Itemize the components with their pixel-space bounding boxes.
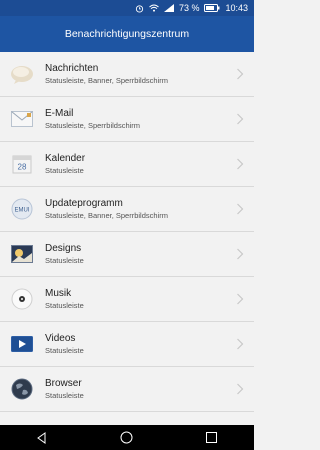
app-name: Kalender: [45, 153, 86, 164]
calendar-icon: 28: [10, 152, 34, 176]
music-icon: [10, 287, 34, 311]
list-item-kalender[interactable]: 28 Kalender Statusleiste: [0, 142, 254, 187]
signal-icon: [163, 4, 174, 12]
navigation-bar: [0, 425, 254, 450]
list-item-videos[interactable]: Videos Statusleiste: [0, 322, 254, 367]
wifi-icon: [149, 4, 159, 12]
home-button[interactable]: [107, 425, 147, 450]
clock: 10:43: [225, 3, 248, 13]
emui-update-icon: EMUI: [10, 197, 34, 221]
alarm-icon: [135, 4, 144, 13]
app-detail: Statusleiste: [45, 166, 84, 175]
app-detail: Statusleiste: [45, 256, 84, 265]
chevron-right-icon: [237, 113, 244, 125]
app-detail: Statusleiste: [45, 301, 84, 310]
chevron-right-icon: [237, 383, 244, 395]
app-detail: Statusleiste: [45, 391, 84, 400]
status-bar: 73 % 10:43: [0, 0, 254, 16]
back-button[interactable]: [22, 425, 62, 450]
app-name: E-Mail: [45, 108, 74, 119]
battery-icon: [204, 4, 220, 12]
chevron-right-icon: [237, 338, 244, 350]
app-detail: Statusleiste, Banner, Sperrbildschirm: [45, 211, 168, 220]
list-item-updateprogramm[interactable]: EMUI Updateprogramm Statusleiste, Banner…: [0, 187, 254, 232]
list-item-musik[interactable]: Musik Statusleiste: [0, 277, 254, 322]
list-item-nachrichten[interactable]: Nachrichten Statusleiste, Banner, Sperrb…: [0, 52, 254, 97]
chevron-right-icon: [237, 248, 244, 260]
app-detail: Statusleiste, Sperrbildschirm: [45, 121, 141, 130]
list-item-e-mail[interactable]: E-Mail Statusleiste, Sperrbildschirm: [0, 97, 254, 142]
app-name: Videos: [45, 333, 76, 344]
app-name: Updateprogramm: [45, 198, 123, 209]
app-detail: Statusleiste: [45, 346, 84, 355]
messages-icon: [10, 62, 34, 86]
back-icon: [37, 431, 46, 444]
chevron-right-icon: [237, 203, 244, 215]
app-name: Nachrichten: [45, 63, 99, 74]
themes-icon: [10, 242, 34, 266]
calendar-day: 28: [18, 163, 27, 172]
email-icon: [10, 107, 34, 131]
recents-icon: [206, 432, 218, 443]
app-detail: Statusleiste, Banner, Sperrbildschirm: [45, 76, 168, 85]
list-item-designs[interactable]: Designs Statusleiste: [0, 232, 254, 277]
app-list: Nachrichten Statusleiste, Banner, Sperrb…: [0, 52, 254, 412]
chevron-right-icon: [237, 158, 244, 170]
battery-percent: 73 %: [178, 3, 200, 13]
app-name: Musik: [45, 288, 72, 299]
emui-label: EMUI: [15, 208, 30, 214]
page-title: Benachrichtigungszentrum: [64, 28, 190, 40]
app-name: Designs: [45, 243, 82, 254]
videos-icon: [10, 332, 34, 356]
browser-icon: [10, 377, 34, 401]
app-bar: Benachrichtigungszentrum: [0, 16, 254, 52]
list-item-browser[interactable]: Browser Statusleiste: [0, 367, 254, 412]
chevron-right-icon: [237, 293, 244, 305]
app-name: Browser: [45, 378, 82, 389]
home-icon: [120, 431, 133, 444]
chevron-right-icon: [237, 68, 244, 80]
recents-button[interactable]: [192, 425, 232, 450]
